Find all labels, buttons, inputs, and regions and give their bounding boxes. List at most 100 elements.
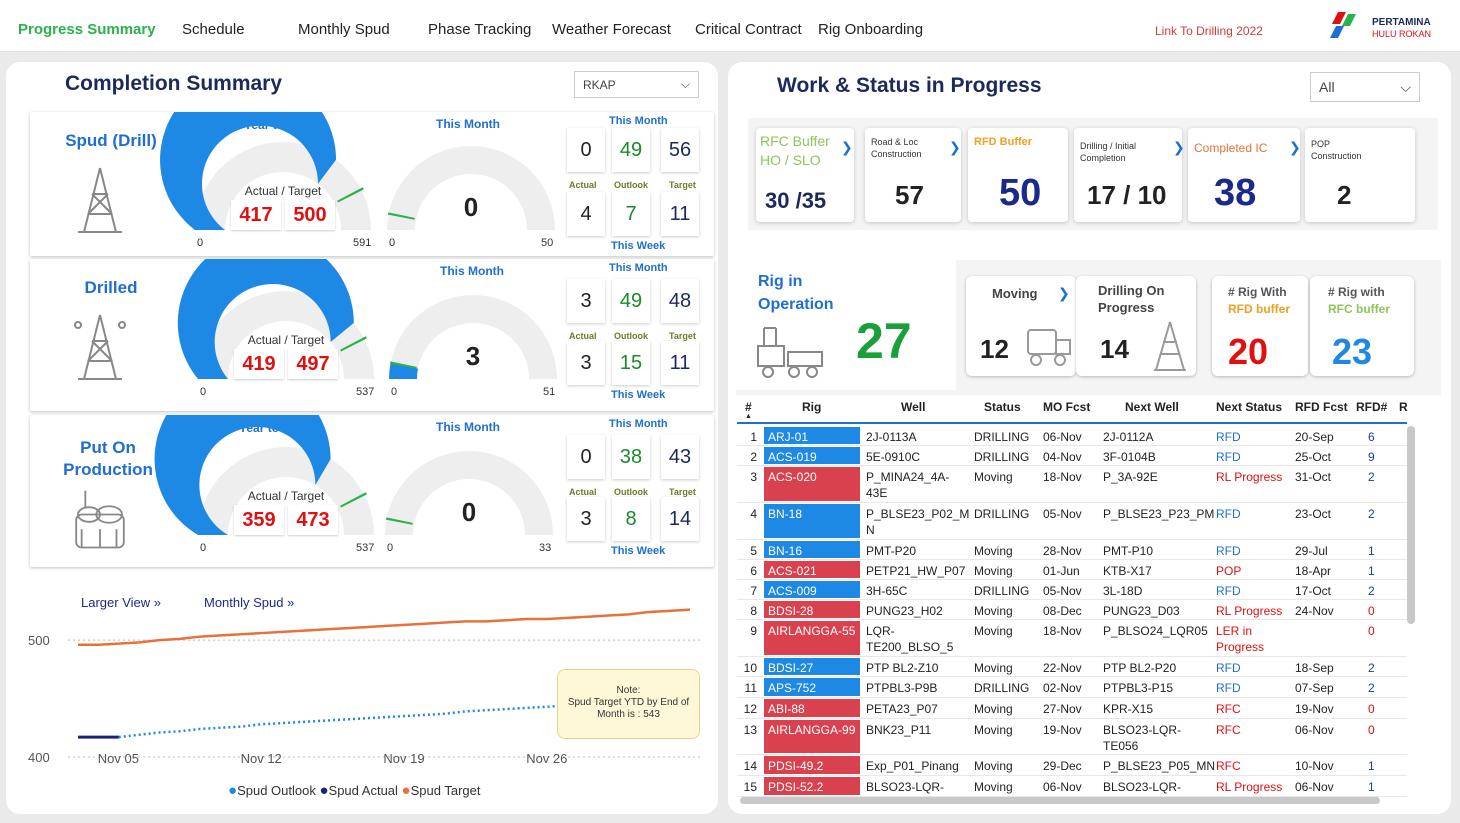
cell-status: DRILLING xyxy=(974,681,1030,695)
column-header[interactable]: R xyxy=(1399,400,1408,418)
table-row[interactable]: 3 ACS-020 P_MINA24_4A- 43E Moving 18-Nov P_3A… xyxy=(737,466,1407,503)
card-pop-construction[interactable]: POP Construction 2 xyxy=(1305,128,1415,222)
sub-label: Outlook xyxy=(614,487,648,497)
cell-num: 0 xyxy=(1368,702,1375,716)
table-row[interactable]: 14 PDSI-49.2 Exp_P01_Pinang Moving 29-Dec P_B… xyxy=(737,755,1407,776)
cell-num: 1 xyxy=(1368,780,1375,794)
rig-rfc-buffer-card[interactable]: # Rig with RFC buffer 23 xyxy=(1310,276,1414,376)
table-row[interactable]: 8 BDSI-28 PUNG23_H02 Moving 08-Dec PUNG23_D03… xyxy=(737,600,1407,620)
table-row[interactable]: 12 ABI-88 PETA23_P07 Moving 27-Nov KPR-X15 RFC… xyxy=(737,698,1407,719)
cell-num: 1 xyxy=(1368,564,1375,578)
table-horizontal-scrollbar[interactable] xyxy=(740,797,1380,804)
card-road-loc-title: Road & Loc Construction xyxy=(871,137,922,159)
cell-status: Moving xyxy=(974,759,1013,773)
week-value-box: 14 xyxy=(661,497,699,541)
cell-n: 10 xyxy=(743,661,757,675)
cell-n: 1 xyxy=(750,430,757,444)
tab-rig-onboarding[interactable]: Rig Onboarding xyxy=(818,21,923,38)
cell-next: KPR-X15 xyxy=(1103,702,1154,716)
chevron-right-icon: ❯ xyxy=(949,139,961,155)
cell-ns: RFC xyxy=(1216,723,1241,737)
drilling-2022-link[interactable]: Link To Drilling 2022 xyxy=(1155,24,1263,38)
card-rfd-buffer[interactable]: RFD Buffer 50 xyxy=(968,128,1068,222)
rkap-dropdown[interactable]: RKAP ⌵ xyxy=(574,71,699,98)
tab-progress-summary[interactable]: Progress Summary xyxy=(18,21,156,38)
cell-well: P_BLSE23_P02_M N xyxy=(866,507,970,537)
month-axis-min: 0 xyxy=(389,237,396,249)
cell-next: BLSO23-LQR- xyxy=(1103,780,1182,794)
table-row[interactable]: 13 AIRLANGGA-99 BNK23_P11 Moving 19-Nov BLSO2… xyxy=(737,719,1407,755)
table-row[interactable]: 5 BN-16 PMT-P20 Moving 28-Nov PMT-P10 RFD 29-Ju… xyxy=(737,540,1407,560)
table-row[interactable]: 7 ACS-009 3H-65C DRILLING 05-Nov 3L-18D RFD 17-… xyxy=(737,580,1407,600)
cell-rig: BN-16 xyxy=(764,541,860,558)
table-vertical-scrollbar[interactable] xyxy=(1407,426,1415,624)
table-row[interactable]: 6 ACS-021 PETP21_HW_P07 Moving 01-Jun KTB-X17… xyxy=(737,560,1407,580)
tab-monthly-spud[interactable]: Monthly Spud xyxy=(298,21,390,38)
drilling-progress-label: Drilling On Progress xyxy=(1098,283,1165,315)
ytd-caption: Actual / Target xyxy=(247,489,325,503)
column-header[interactable]: MO Fcst xyxy=(1043,400,1090,418)
work-title: Work & Status in Progress xyxy=(777,74,1042,97)
cell-well: PETP21_HW_P07 xyxy=(866,564,966,578)
month-value-box: 49 xyxy=(612,279,650,323)
moving-card[interactable]: Moving ❯ 12 xyxy=(966,276,1076,376)
column-header[interactable]: Next Status xyxy=(1216,400,1282,418)
cell-mo: 06-Nov xyxy=(1043,780,1082,794)
month-value-box: 38 xyxy=(612,435,650,479)
cell-rig: ACS-020 xyxy=(764,467,860,501)
cell-n: 2 xyxy=(750,450,757,464)
drilling-progress-card[interactable]: Drilling On Progress 14 xyxy=(1076,276,1196,376)
cell-mo: 08-Dec xyxy=(1043,604,1082,618)
cell-next: P_BLSE23_P05_MN xyxy=(1103,759,1216,773)
cell-n: 5 xyxy=(750,544,757,558)
tab-schedule[interactable]: Schedule xyxy=(182,21,245,38)
logo-text-2: HULU ROKAN xyxy=(1372,29,1432,39)
table-row[interactable]: 15 PDSI-52.2 BLSO23-LQR- Moving 06-Nov BLSO23… xyxy=(737,776,1407,797)
column-header[interactable]: Well xyxy=(901,400,925,418)
ytd-axis-min: 0 xyxy=(200,542,207,554)
tab-phase-tracking[interactable]: Phase Tracking xyxy=(428,21,531,38)
chevron-down-icon: ⌵ xyxy=(1400,78,1411,95)
cell-next: 2J-0112A xyxy=(1103,430,1154,444)
card-drilling[interactable]: Drilling / Initial Completion 17 / 10 xyxy=(1074,128,1182,222)
cell-n: 4 xyxy=(750,507,757,521)
week-value-box: 7 xyxy=(612,192,650,236)
cell-rig: ACS-009 xyxy=(764,581,860,598)
ytd-axis-max: 537 xyxy=(356,386,375,398)
cell-mo: 01-Jun xyxy=(1043,564,1080,578)
tab-weather-forecast[interactable]: Weather Forecast xyxy=(552,21,671,38)
rig-rfd-buffer-card[interactable]: # Rig With RFD buffer 20 xyxy=(1212,276,1308,376)
status-dropdown[interactable]: All ⌵ xyxy=(1310,72,1420,102)
table-row[interactable]: 2 ACS-019 5E-0910C DRILLING 04-Nov 3F-0104B RF… xyxy=(737,446,1407,466)
sub-label: Target xyxy=(669,487,696,497)
card-rfc-buffer[interactable]: RFC Buffer HO / SLO 30 /35 xyxy=(756,128,854,222)
tab-critical-contract[interactable]: Critical Contract xyxy=(695,21,802,38)
drilling-progress-value: 14 xyxy=(1100,334,1129,364)
month-axis-min: 0 xyxy=(391,386,398,398)
column-header[interactable]: RFD Fcst xyxy=(1295,400,1348,418)
column-header[interactable]: RFD# xyxy=(1356,400,1387,418)
column-header[interactable]: Next Well xyxy=(1125,400,1179,418)
cell-next: PTP BL2-P20 xyxy=(1103,661,1177,675)
card-road-loc[interactable]: Road & Loc Construction 57 xyxy=(865,128,961,222)
cell-next: BLSO23-LQR- TE056 xyxy=(1103,723,1182,753)
moving-label: Moving xyxy=(992,286,1038,301)
cell-n: 13 xyxy=(743,723,757,737)
chart-legend: ●Spud Outlook ●Spud Actual ●Spud Target xyxy=(228,782,481,799)
column-header[interactable]: Rig xyxy=(802,400,821,418)
cell-rfd: 18-Sep xyxy=(1295,661,1334,675)
month-value-box: 43 xyxy=(661,435,699,479)
cell-n: 11 xyxy=(744,681,757,695)
cell-status: Moving xyxy=(974,661,1013,675)
table-row[interactable]: 10 BDSI-27 PTP BL2-Z10 Moving 22-Nov PTP BL2-… xyxy=(737,657,1407,677)
column-header[interactable]: Status xyxy=(984,400,1021,418)
table-row[interactable]: 1 ARJ-01 2J-0113A DRILLING 06-Nov 2J-0112A RFD… xyxy=(737,426,1407,446)
table-row[interactable]: 4 BN-18 P_BLSE23_P02_M N DRILLING 05-Nov P_BL… xyxy=(737,503,1407,540)
card-completed-ic[interactable]: Completed IC 38 xyxy=(1188,128,1300,222)
cell-next: 3L-18D xyxy=(1103,584,1143,598)
completion-title: Completion Summary xyxy=(65,72,283,95)
sub-label: Actual xyxy=(569,180,597,190)
table-row[interactable]: 9 AIRLANGGA-55 LQR- TE200_BLSO_5 Moving 18-N… xyxy=(737,620,1407,657)
cell-ns: RFD xyxy=(1216,584,1241,598)
table-row[interactable]: 11 APS-752 PTPBL3-P9B DRILLING 02-Nov PTPBL3-… xyxy=(737,677,1407,698)
